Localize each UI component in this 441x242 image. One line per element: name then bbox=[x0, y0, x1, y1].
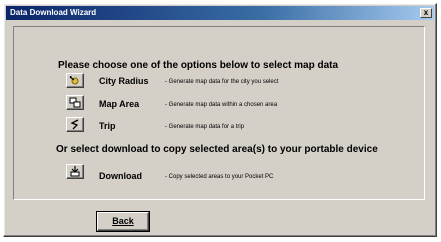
download-label: Download bbox=[99, 171, 142, 181]
city-radius-icon bbox=[69, 76, 79, 85]
back-button[interactable]: Back bbox=[97, 212, 149, 231]
trip-description: - Generate map data for a trip bbox=[165, 124, 245, 130]
options-heading: Please choose one of the options below t… bbox=[58, 60, 339, 71]
city-radius-button[interactable] bbox=[66, 73, 84, 88]
download-icon bbox=[70, 166, 80, 177]
trip-button[interactable] bbox=[66, 117, 84, 132]
download-button[interactable] bbox=[66, 164, 84, 179]
map-area-button[interactable] bbox=[66, 95, 84, 110]
map-area-icon bbox=[69, 97, 81, 108]
window-title: Data Download Wizard bbox=[10, 8, 97, 17]
trip-icon bbox=[70, 119, 79, 130]
map-area-description: - Generate map data within a chosen area bbox=[165, 102, 278, 108]
trip-label: Trip bbox=[99, 121, 116, 131]
title-bar: Data Download Wizard x bbox=[6, 6, 434, 20]
download-heading: Or select download to copy selected area… bbox=[56, 144, 378, 155]
city-radius-label: City Radius bbox=[99, 76, 149, 86]
map-area-label: Map Area bbox=[99, 99, 140, 109]
city-radius-description: - Generate map data for the city you sel… bbox=[165, 79, 279, 85]
download-description: - Copy selected areas to your Pocket PC bbox=[165, 174, 274, 180]
close-button[interactable]: x bbox=[420, 8, 432, 18]
